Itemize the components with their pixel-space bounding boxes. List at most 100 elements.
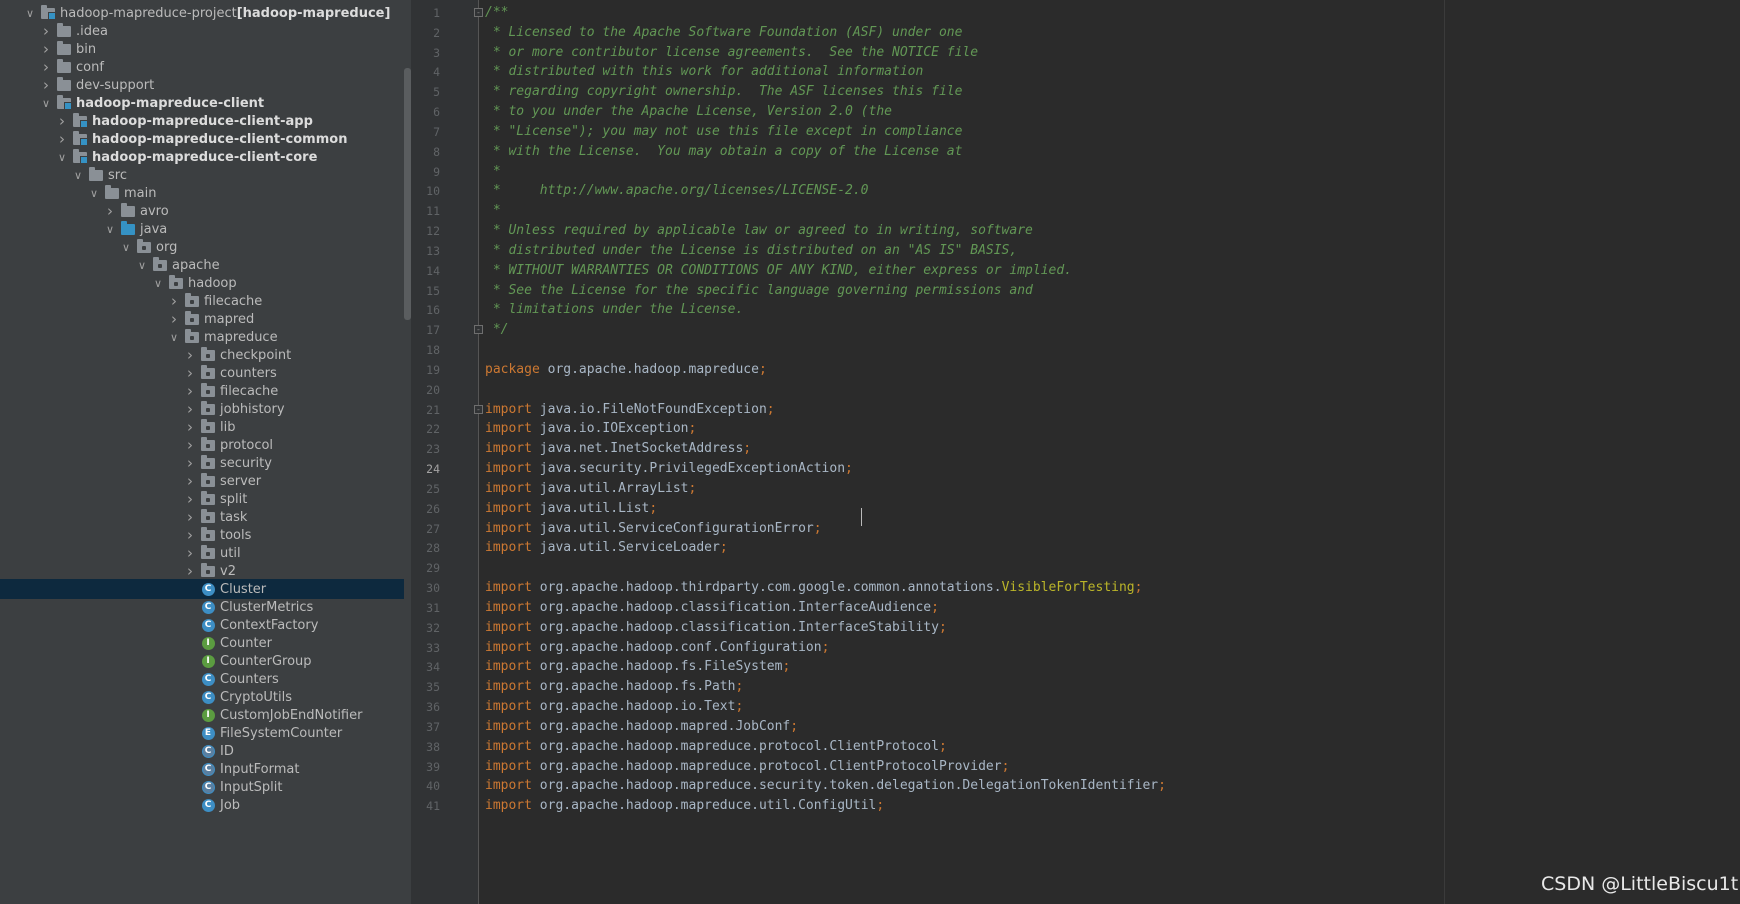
- code-line[interactable]: * See the License for the specific langu…: [485, 280, 1033, 302]
- tree-node[interactable]: C ClusterMetrics: [0, 597, 404, 617]
- code-line[interactable]: * http://www.apache.org/licenses/LICENSE…: [485, 180, 869, 202]
- chevron-right-icon[interactable]: ›: [182, 418, 198, 436]
- tree-node[interactable]: ∨ hadoop-mapreduce-project [hadoop-mapred…: [0, 3, 404, 23]
- tree-node[interactable]: › dev-support: [0, 75, 404, 95]
- code-line[interactable]: * regarding copyright ownership. The ASF…: [485, 81, 963, 103]
- chevron-right-icon[interactable]: ›: [182, 472, 198, 490]
- code-line[interactable]: import org.apache.hadoop.fs.Path;: [485, 676, 743, 698]
- chevron-down-icon[interactable]: ∨: [118, 241, 134, 254]
- code-line[interactable]: import org.apache.hadoop.mapreduce.proto…: [485, 756, 1009, 778]
- chevron-down-icon[interactable]: ∨: [134, 259, 150, 272]
- tree-node[interactable]: C Counters: [0, 669, 404, 689]
- chevron-right-icon[interactable]: ›: [166, 292, 182, 310]
- code-line[interactable]: * with the License. You may obtain a cop…: [485, 141, 963, 163]
- tree-node[interactable]: › mapred: [0, 309, 404, 329]
- tree-node[interactable]: ∨ mapreduce: [0, 327, 404, 347]
- chevron-right-icon[interactable]: ›: [182, 490, 198, 508]
- chevron-right-icon[interactable]: ›: [38, 58, 54, 76]
- tree-node[interactable]: › task: [0, 507, 404, 527]
- code-line[interactable]: import org.apache.hadoop.mapreduce.util.…: [485, 795, 884, 817]
- chevron-down-icon[interactable]: ∨: [86, 187, 102, 200]
- chevron-down-icon[interactable]: ∨: [150, 277, 166, 290]
- code-line[interactable]: import java.io.IOException;: [485, 418, 696, 440]
- chevron-right-icon[interactable]: ›: [182, 544, 198, 562]
- chevron-right-icon[interactable]: ›: [166, 310, 182, 328]
- tree-node[interactable]: › avro: [0, 201, 404, 221]
- tree-node[interactable]: I CounterGroup: [0, 651, 404, 671]
- tree-node[interactable]: ∨ apache: [0, 255, 404, 275]
- chevron-right-icon[interactable]: ›: [182, 346, 198, 364]
- code-line[interactable]: * to you under the Apache License, Versi…: [485, 101, 892, 123]
- chevron-right-icon[interactable]: ›: [182, 364, 198, 382]
- code-line[interactable]: import org.apache.hadoop.io.Text;: [485, 696, 743, 718]
- fold-collapse-icon[interactable]: -: [474, 8, 483, 17]
- tree-node[interactable]: › filecache: [0, 381, 404, 401]
- tree-node[interactable]: › server: [0, 471, 404, 491]
- tree-node[interactable]: › security: [0, 453, 404, 473]
- chevron-right-icon[interactable]: ›: [54, 112, 70, 130]
- chevron-right-icon[interactable]: ›: [182, 382, 198, 400]
- code-line[interactable]: import org.apache.hadoop.thirdparty.com.…: [485, 577, 1142, 599]
- code-line[interactable]: import java.util.ServiceLoader;: [485, 537, 728, 559]
- code-line[interactable]: import java.net.InetSocketAddress;: [485, 438, 751, 460]
- code-line[interactable]: import java.security.PrivilegedException…: [485, 458, 853, 480]
- chevron-right-icon[interactable]: ›: [182, 436, 198, 454]
- code-line[interactable]: * Unless required by applicable law or a…: [485, 220, 1033, 242]
- project-tree-scrollbar[interactable]: [404, 68, 411, 320]
- code-line[interactable]: import org.apache.hadoop.mapreduce.secur…: [485, 775, 1166, 797]
- tree-node[interactable]: ∨ org: [0, 237, 404, 257]
- tree-node[interactable]: › hadoop-mapreduce-client-app: [0, 111, 404, 131]
- tree-node[interactable]: C Job: [0, 795, 404, 815]
- tree-node[interactable]: › split: [0, 489, 404, 509]
- tree-node[interactable]: ∨ main: [0, 183, 404, 203]
- tree-node[interactable]: C Cluster: [0, 579, 404, 599]
- tree-node[interactable]: › protocol: [0, 435, 404, 455]
- tree-node[interactable]: C ContextFactory: [0, 615, 404, 635]
- code-line[interactable]: * limitations under the License.: [485, 299, 743, 321]
- tree-node[interactable]: I Counter: [0, 633, 404, 653]
- chevron-down-icon[interactable]: ∨: [70, 169, 86, 182]
- chevron-right-icon[interactable]: ›: [38, 22, 54, 40]
- tree-node[interactable]: › util: [0, 543, 404, 563]
- code-line[interactable]: package org.apache.hadoop.mapreduce;: [485, 359, 767, 381]
- code-line[interactable]: import org.apache.hadoop.mapreduce.proto…: [485, 736, 947, 758]
- code-line[interactable]: import java.io.FileNotFoundException;: [485, 399, 775, 421]
- tree-node[interactable]: › conf: [0, 57, 404, 77]
- tree-node[interactable]: E FileSystemCounter: [0, 723, 404, 743]
- tree-node[interactable]: › checkpoint: [0, 345, 404, 365]
- tree-node[interactable]: ∨ hadoop-mapreduce-client-core: [0, 147, 404, 167]
- code-line[interactable]: /**: [485, 2, 508, 24]
- code-line[interactable]: */: [485, 319, 509, 341]
- tree-node[interactable]: ∨ src: [0, 165, 404, 185]
- code-line[interactable]: * distributed with this work for additio…: [485, 61, 923, 83]
- tree-node[interactable]: › bin: [0, 39, 404, 59]
- tree-node[interactable]: › jobhistory: [0, 399, 404, 419]
- chevron-right-icon[interactable]: ›: [182, 562, 198, 580]
- chevron-right-icon[interactable]: ›: [102, 202, 118, 220]
- code-line[interactable]: *: [485, 161, 501, 183]
- code-line[interactable]: import java.util.List;: [485, 498, 657, 520]
- code-line[interactable]: import org.apache.hadoop.conf.Configurat…: [485, 637, 829, 659]
- tree-node[interactable]: › counters: [0, 363, 404, 383]
- tree-node[interactable]: I CustomJobEndNotifier: [0, 705, 404, 725]
- tree-node[interactable]: ∨ java: [0, 219, 404, 239]
- tree-node[interactable]: C ID: [0, 741, 404, 761]
- fold-collapse-icon[interactable]: -: [474, 404, 483, 414]
- chevron-right-icon[interactable]: ›: [54, 130, 70, 148]
- code-line[interactable]: * or more contributor license agreements…: [485, 42, 978, 64]
- code-line[interactable]: *: [485, 200, 501, 222]
- tree-node[interactable]: C InputFormat: [0, 759, 404, 779]
- code-line[interactable]: * WITHOUT WARRANTIES OR CONDITIONS OF AN…: [485, 260, 1072, 282]
- tree-node[interactable]: C CryptoUtils: [0, 687, 404, 707]
- chevron-down-icon[interactable]: ∨: [54, 151, 70, 164]
- tree-node[interactable]: › filecache: [0, 291, 404, 311]
- tree-node[interactable]: ∨ hadoop-mapreduce-client: [0, 93, 404, 113]
- code-line[interactable]: import java.util.ServiceConfigurationErr…: [485, 518, 822, 540]
- chevron-down-icon[interactable]: ∨: [166, 331, 182, 344]
- chevron-down-icon[interactable]: ∨: [22, 7, 38, 20]
- tree-node[interactable]: C InputSplit: [0, 777, 404, 797]
- code-line[interactable]: import java.util.ArrayList;: [485, 478, 696, 500]
- tree-node[interactable]: › hadoop-mapreduce-client-common: [0, 129, 404, 149]
- code-line[interactable]: * Licensed to the Apache Software Founda…: [485, 22, 963, 44]
- chevron-right-icon[interactable]: ›: [182, 400, 198, 418]
